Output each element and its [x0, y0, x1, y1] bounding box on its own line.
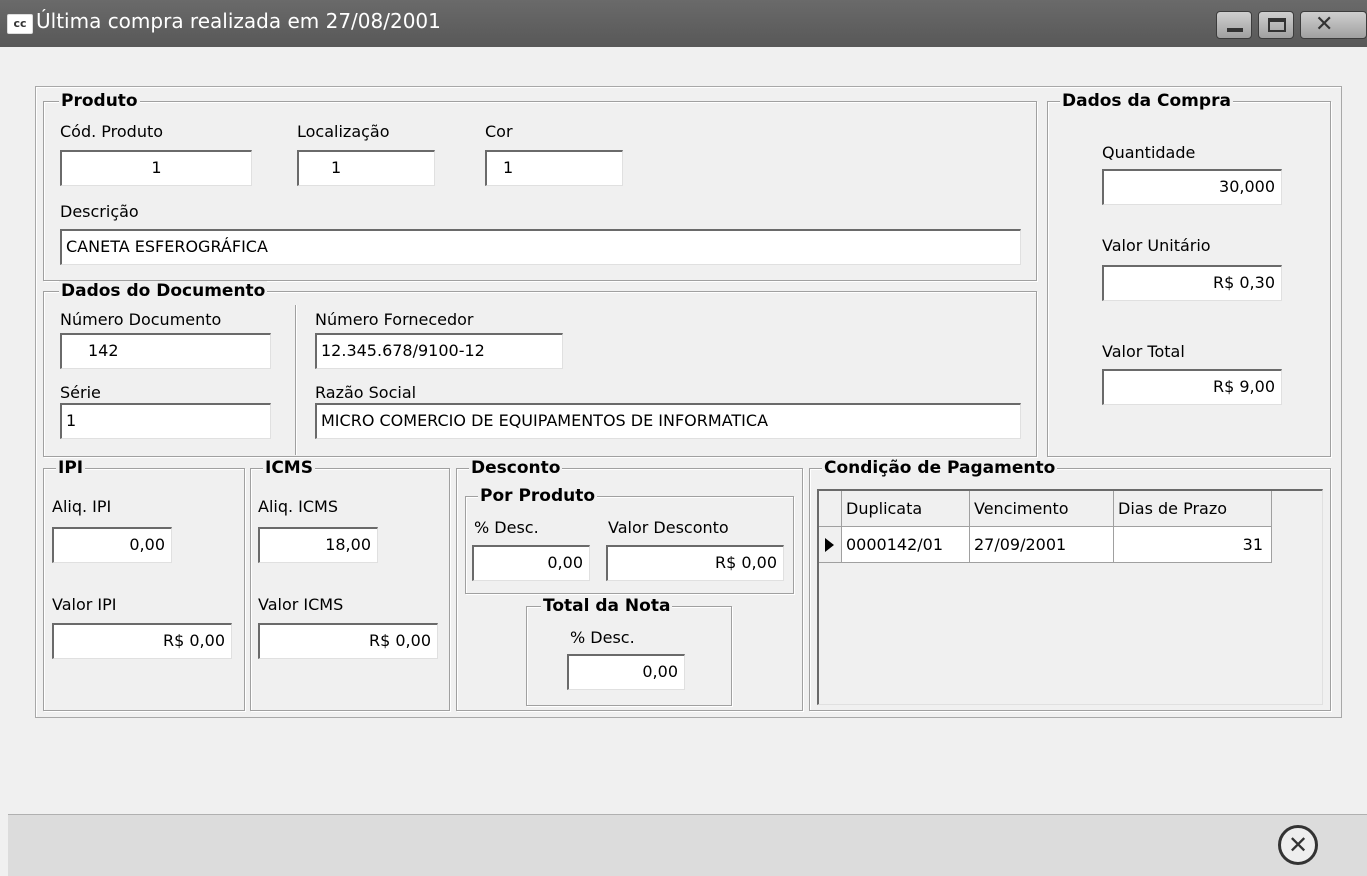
- quantidade-field[interactable]: 30,000: [1102, 169, 1282, 205]
- serie-field[interactable]: 1: [60, 403, 271, 439]
- cod-produto-label: Cód. Produto: [60, 122, 164, 141]
- produto-legend: Produto: [59, 91, 140, 111]
- row-indicator-cell: [819, 527, 842, 563]
- maximize-icon: [1268, 18, 1286, 32]
- cod-produto-field[interactable]: 1: [60, 150, 252, 186]
- valor-unitario-field[interactable]: R$ 0,30: [1102, 265, 1282, 301]
- maximize-button[interactable]: [1258, 11, 1294, 39]
- column-header-vencimento[interactable]: Vencimento: [970, 491, 1114, 527]
- numero-documento-label: Número Documento: [60, 310, 222, 329]
- cor-label: Cor: [485, 122, 513, 141]
- razao-social-field[interactable]: MICRO COMERCIO DE EQUIPAMENTOS DE INFORM…: [315, 403, 1021, 439]
- por-produto-desc-field[interactable]: 0,00: [472, 545, 590, 581]
- aliq-icms-field[interactable]: 18,00: [258, 527, 378, 563]
- total-nota-desc-label: % Desc.: [570, 628, 635, 647]
- close-circle-icon: ✕: [1287, 831, 1309, 859]
- title-bar: cc Última compra realizada em 27/08/2001…: [0, 0, 1367, 47]
- valor-unitario-label: Valor Unitário: [1102, 236, 1211, 255]
- current-row-arrow-icon: [825, 538, 834, 552]
- aliq-icms-label: Aliq. ICMS: [258, 497, 339, 516]
- aliq-ipi-label: Aliq. IPI: [52, 497, 112, 516]
- valor-icms-field[interactable]: R$ 0,00: [258, 623, 438, 659]
- desconto-legend: Desconto: [469, 458, 563, 478]
- localizacao-label: Localização: [297, 122, 390, 141]
- valor-icms-label: Valor ICMS: [258, 595, 344, 614]
- valor-total-field[interactable]: R$ 9,00: [1102, 369, 1282, 405]
- pagamento-legend: Condição de Pagamento: [822, 458, 1058, 478]
- total-nota-desc-field[interactable]: 0,00: [567, 654, 685, 690]
- descricao-label: Descrição: [60, 202, 139, 221]
- ipi-legend: IPI: [56, 458, 86, 478]
- table-row-cell-vencimento[interactable]: 27/09/2001: [970, 527, 1114, 563]
- parcelas-grid[interactable]: Duplicata Vencimento Dias de Prazo 00001…: [817, 489, 1323, 705]
- window-title: Última compra realizada em 27/08/2001: [36, 9, 441, 33]
- compra-legend: Dados da Compra: [1060, 91, 1233, 111]
- valor-total-label: Valor Total: [1102, 342, 1185, 361]
- table-row-cell-dias-prazo[interactable]: 31: [1114, 527, 1272, 563]
- numero-fornecedor-label: Número Fornecedor: [315, 310, 474, 329]
- localizacao-field[interactable]: 1: [297, 150, 435, 186]
- icms-legend: ICMS: [263, 458, 315, 478]
- close-icon: ✕: [1315, 12, 1334, 37]
- razao-social-label: Razão Social: [315, 383, 417, 402]
- valor-desconto-field[interactable]: R$ 0,00: [606, 545, 784, 581]
- minimize-button[interactable]: [1216, 11, 1252, 39]
- table-row-cell-duplicata[interactable]: 0000142/01: [842, 527, 970, 563]
- valor-ipi-label: Valor IPI: [52, 595, 117, 614]
- close-circle-button[interactable]: ✕: [1278, 825, 1318, 865]
- column-header-duplicata[interactable]: Duplicata: [842, 491, 970, 527]
- total-nota-legend: Total da Nota: [541, 596, 673, 616]
- cor-field[interactable]: 1: [485, 150, 623, 186]
- column-header-dias-prazo[interactable]: Dias de Prazo: [1114, 491, 1272, 527]
- numero-fornecedor-field[interactable]: 12.345.678/9100-12: [315, 333, 563, 369]
- valor-ipi-field[interactable]: R$ 0,00: [52, 623, 232, 659]
- window: cc Última compra realizada em 27/08/2001…: [0, 0, 1367, 876]
- serie-label: Série: [60, 383, 101, 402]
- documento-legend: Dados do Documento: [59, 281, 268, 301]
- por-produto-desc-label: % Desc.: [474, 518, 539, 537]
- minimize-icon: [1227, 28, 1243, 32]
- quantidade-label: Quantidade: [1102, 143, 1196, 162]
- valor-desconto-label: Valor Desconto: [608, 518, 729, 537]
- descricao-field[interactable]: CANETA ESFEROGRÁFICA: [60, 229, 1021, 265]
- app-icon: cc: [7, 14, 33, 34]
- footer-bar: [8, 814, 1367, 876]
- documento-divider: [295, 305, 296, 455]
- close-window-button[interactable]: ✕: [1300, 11, 1367, 39]
- numero-documento-field[interactable]: 142: [60, 333, 271, 369]
- aliq-ipi-field[interactable]: 0,00: [52, 527, 172, 563]
- grid-corner-cell: [819, 491, 842, 527]
- por-produto-legend: Por Produto: [478, 486, 598, 506]
